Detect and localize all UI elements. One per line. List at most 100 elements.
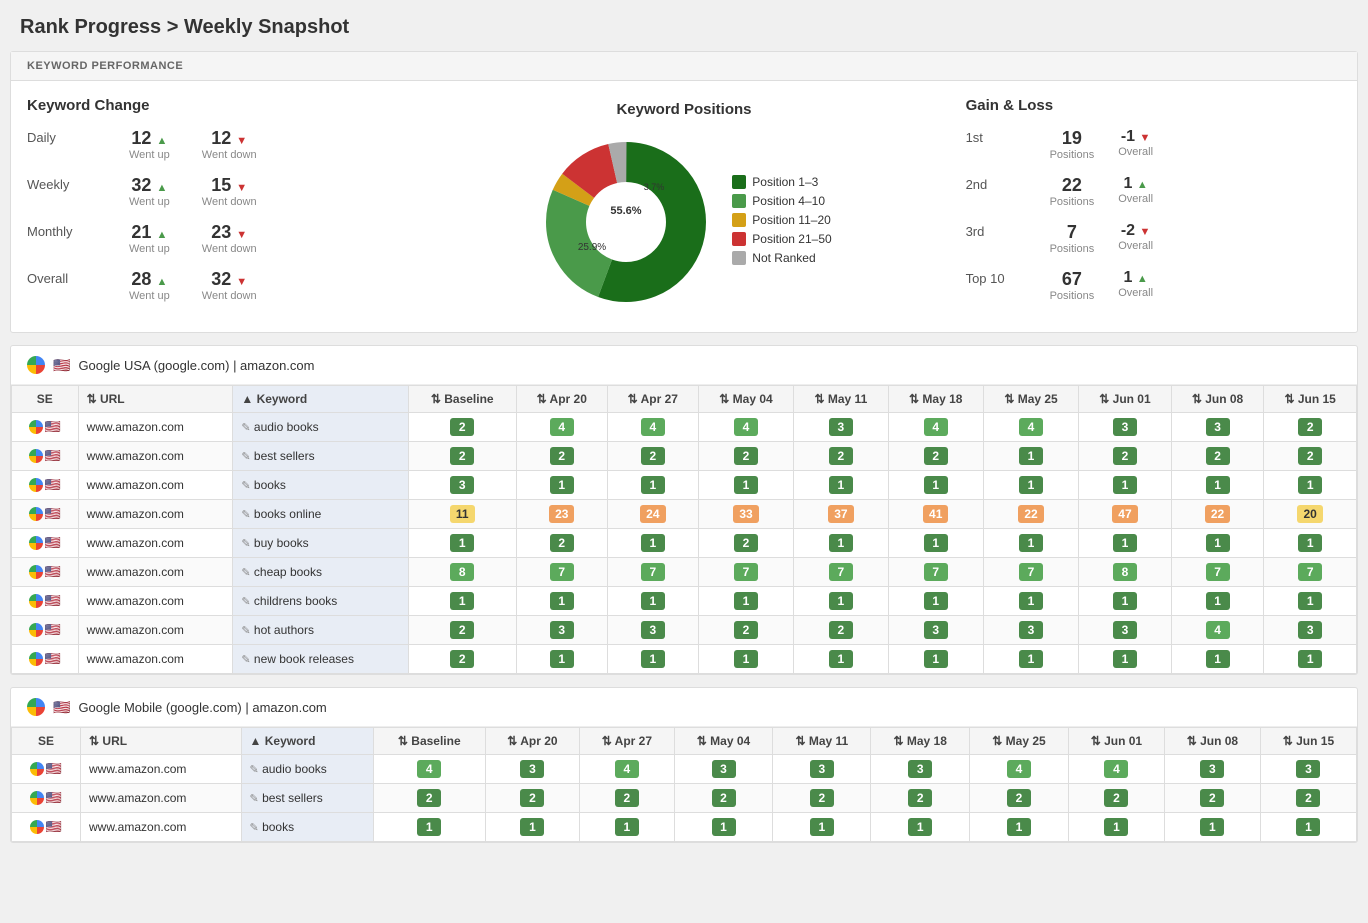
kp-daily-row: Daily 12 ▲ Went up 12 ▼ Went down (27, 128, 402, 161)
cell-se: 🇺🇸 (12, 813, 81, 842)
cell-se: 🇺🇸 (12, 558, 79, 587)
cell-se: 🇺🇸 (12, 442, 79, 471)
cell-value: 1 (888, 645, 983, 674)
cell-value: 2 (1264, 413, 1357, 442)
keyword-positions-col: Keyword Positions (402, 97, 965, 316)
gl-3rd-positions: 7 Positions (1050, 222, 1095, 255)
flag-usa: 🇺🇸 (53, 357, 70, 374)
cell-value: 1 (607, 645, 698, 674)
cell-value: 1 (408, 529, 516, 558)
cell-value: 1 (1171, 471, 1264, 500)
col-may25[interactable]: ⇅ May 25 (983, 386, 1078, 413)
gl-3rd-label: 3rd (966, 222, 1026, 239)
cell-value: 1 (408, 587, 516, 616)
cell-url: www.amazon.com (81, 784, 242, 813)
mob-col-jun15[interactable]: ⇅ Jun 15 (1260, 728, 1356, 755)
kp-daily-up: 12 ▲ Went up (129, 128, 170, 161)
mob-col-apr20[interactable]: ⇅ Apr 20 (485, 728, 579, 755)
cell-keyword: ✎ best sellers (241, 784, 373, 813)
cell-se: 🇺🇸 (12, 755, 81, 784)
cell-value: 7 (1171, 558, 1264, 587)
col-may18[interactable]: ⇅ May 18 (888, 386, 983, 413)
table-row: 🇺🇸 www.amazon.com✎ new book releases2111… (12, 645, 1357, 674)
cell-value: 4 (1068, 755, 1164, 784)
cell-value: 2 (1164, 784, 1260, 813)
cell-value: 1 (580, 813, 674, 842)
table-row: 🇺🇸 www.amazon.com✎ buy books1212111111 (12, 529, 1357, 558)
cell-value: 1 (794, 587, 888, 616)
col-baseline[interactable]: ⇅ Baseline (408, 386, 516, 413)
mob-col-may04[interactable]: ⇅ May 04 (674, 728, 773, 755)
cell-url: www.amazon.com (78, 413, 233, 442)
cell-value: 1 (888, 529, 983, 558)
cell-value: 1 (773, 813, 871, 842)
mob-col-jun01[interactable]: ⇅ Jun 01 (1068, 728, 1164, 755)
mob-col-se[interactable]: SE (12, 728, 81, 755)
cell-value: 7 (1264, 558, 1357, 587)
col-url[interactable]: ⇅ URL (78, 386, 233, 413)
mob-col-may11[interactable]: ⇅ May 11 (773, 728, 871, 755)
page-title: Rank Progress > Weekly Snapshot (0, 0, 1368, 51)
gl-3rd-row: 3rd 7 Positions -2 ▼ Overall (966, 222, 1341, 255)
cell-value: 1 (516, 645, 607, 674)
mob-col-jun08[interactable]: ⇅ Jun 08 (1164, 728, 1260, 755)
table-row: 🇺🇸 www.amazon.com✎ books3111111111 (12, 471, 1357, 500)
mob-col-url[interactable]: ⇅ URL (81, 728, 242, 755)
cell-se: 🇺🇸 (12, 500, 79, 529)
col-jun01[interactable]: ⇅ Jun 01 (1079, 386, 1172, 413)
keyword-performance-card: KEYWORD PERFORMANCE Keyword Change Daily… (10, 51, 1358, 333)
col-apr20[interactable]: ⇅ Apr 20 (516, 386, 607, 413)
legend-pos4-10: Position 4–10 (732, 194, 831, 208)
cell-value: 1 (983, 587, 1078, 616)
chart-legend: Position 1–3 Position 4–10 Position 11–2… (732, 175, 831, 270)
cell-value: 4 (983, 413, 1078, 442)
cell-value: 4 (607, 413, 698, 442)
cell-value: 3 (1264, 616, 1357, 645)
cell-value: 1 (607, 471, 698, 500)
col-may11[interactable]: ⇅ May 11 (794, 386, 888, 413)
cell-value: 7 (698, 558, 793, 587)
cell-value: 1 (888, 471, 983, 500)
cell-value: 1 (1171, 587, 1264, 616)
svg-text:25.9%: 25.9% (578, 242, 606, 253)
gl-1st-label: 1st (966, 128, 1026, 145)
kp-monthly-label: Monthly (27, 222, 97, 239)
col-may04[interactable]: ⇅ May 04 (698, 386, 793, 413)
col-jun15[interactable]: ⇅ Jun 15 (1264, 386, 1357, 413)
gl-1st-row: 1st 19 Positions -1 ▼ Overall (966, 128, 1341, 161)
table-row: 🇺🇸 www.amazon.com✎ cheap books8777777877 (12, 558, 1357, 587)
cell-value: 23 (516, 500, 607, 529)
cell-url: www.amazon.com (78, 500, 233, 529)
mob-col-may25[interactable]: ⇅ May 25 (970, 728, 1069, 755)
col-se[interactable]: SE (12, 386, 79, 413)
google-usa-header: 🇺🇸 Google USA (google.com) | amazon.com (11, 346, 1357, 385)
cell-value: 2 (698, 616, 793, 645)
cell-value: 2 (773, 784, 871, 813)
mob-col-keyword[interactable]: ▲ Keyword (241, 728, 373, 755)
gl-1st-overall: -1 ▼ Overall (1118, 128, 1153, 158)
cell-value: 1 (871, 813, 970, 842)
table-row: 🇺🇸 www.amazon.com✎ books1111111111 (12, 813, 1357, 842)
table-row: 🇺🇸 www.amazon.com✎ audio books4343334433 (12, 755, 1357, 784)
cell-url: www.amazon.com (78, 645, 233, 674)
cell-value: 7 (794, 558, 888, 587)
cell-value: 4 (373, 755, 485, 784)
cell-value: 22 (983, 500, 1078, 529)
mob-col-baseline[interactable]: ⇅ Baseline (373, 728, 485, 755)
col-keyword[interactable]: ▲ Keyword (233, 386, 408, 413)
col-jun08[interactable]: ⇅ Jun 08 (1171, 386, 1264, 413)
table-header-row: SE ⇅ URL ▲ Keyword ⇅ Baseline ⇅ Apr 20 ⇅… (12, 386, 1357, 413)
mob-col-may18[interactable]: ⇅ May 18 (871, 728, 970, 755)
cell-value: 2 (1260, 784, 1356, 813)
cell-value: 2 (1264, 442, 1357, 471)
kp-monthly-down: 23 ▼ Went down (202, 222, 257, 255)
col-apr27[interactable]: ⇅ Apr 27 (607, 386, 698, 413)
mob-col-apr27[interactable]: ⇅ Apr 27 (580, 728, 674, 755)
cell-value: 3 (773, 755, 871, 784)
cell-se: 🇺🇸 (12, 587, 79, 616)
cell-value: 3 (1164, 755, 1260, 784)
cell-value: 2 (516, 529, 607, 558)
cell-url: www.amazon.com (78, 529, 233, 558)
google-usa-label: Google USA (google.com) | amazon.com (78, 358, 314, 373)
cell-value: 1 (794, 645, 888, 674)
